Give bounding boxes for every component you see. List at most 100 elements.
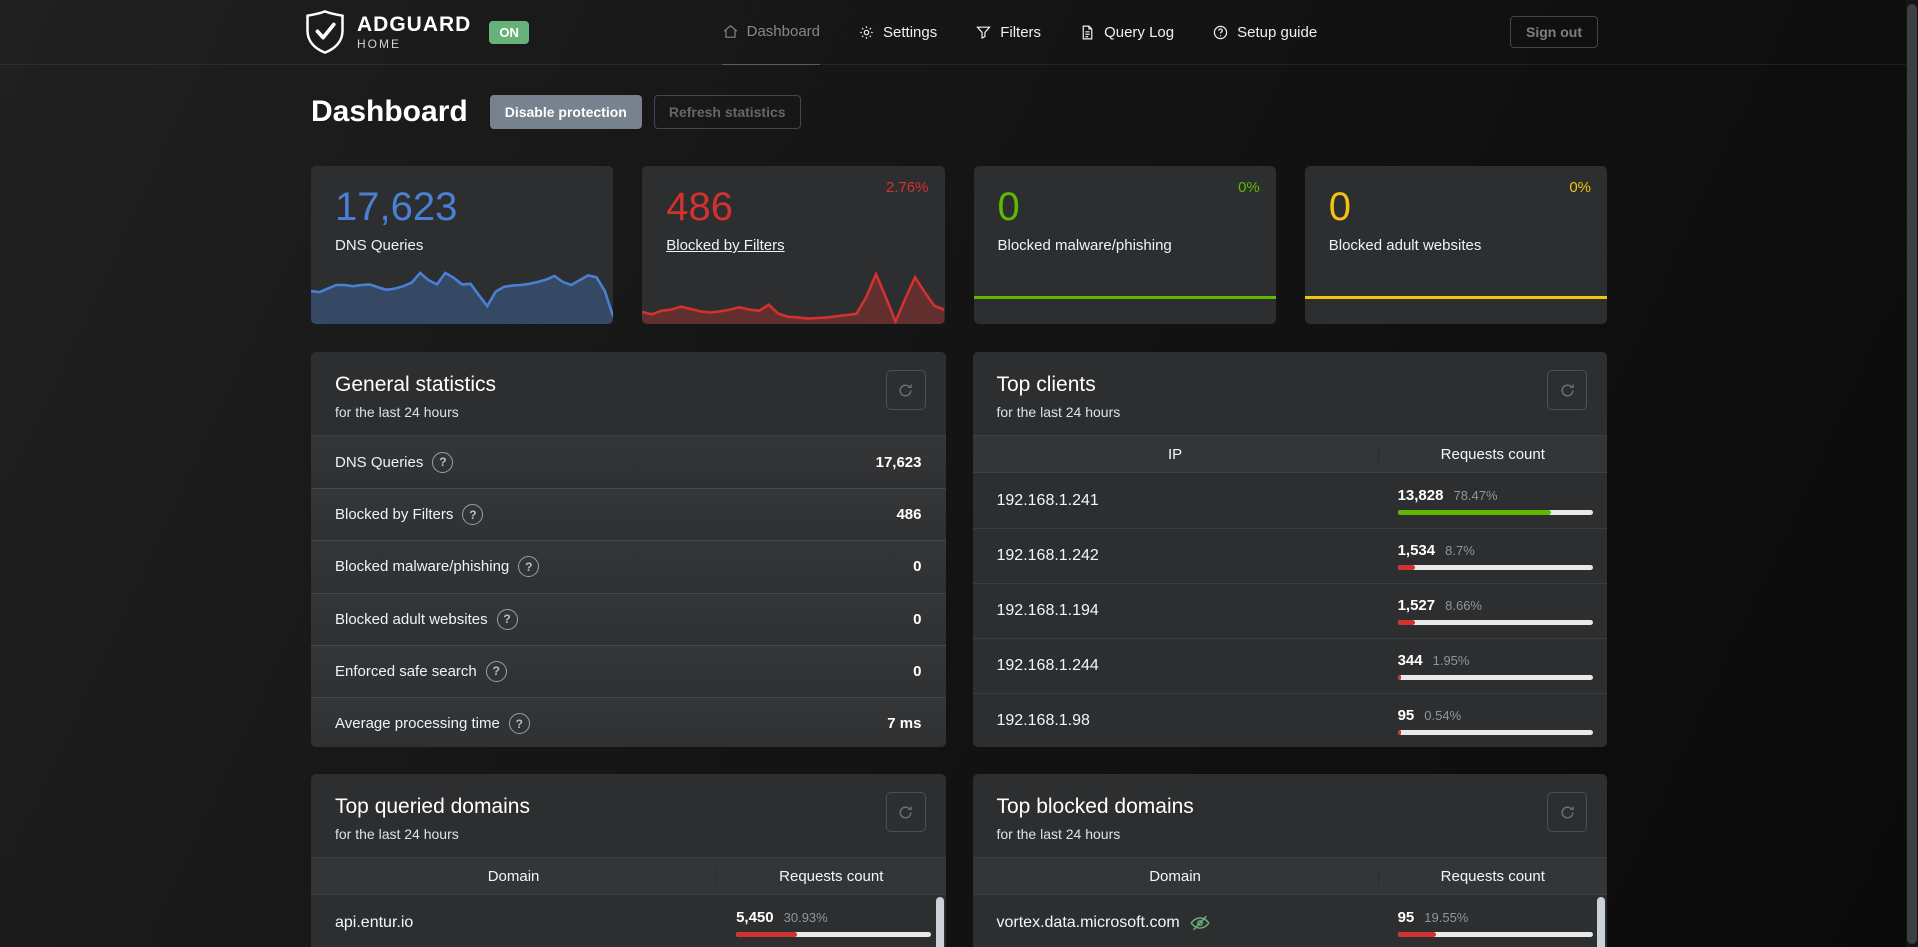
nav-item-query-log[interactable]: Query Log (1079, 0, 1174, 65)
stat-cards-row: 17,623 DNS Queries 486 Blocked by Filters 2.… (311, 166, 1607, 324)
stat-percent: 0% (1569, 179, 1591, 196)
client-ip-name[interactable]: 192.168.1.244 (973, 657, 1379, 675)
help-icon[interactable]: ? (518, 556, 540, 578)
stat-label: Blocked malware/phishing (997, 237, 1172, 254)
nav-item-label: Filters (1000, 23, 1042, 41)
help-icon[interactable]: ? (462, 504, 484, 526)
flatline-chart (973, 295, 1276, 299)
requests-percent: 1.95% (1432, 653, 1470, 668)
nav-item-dashboard[interactable]: Dashboard (721, 14, 821, 65)
nav-item-label: Setup guide (1237, 23, 1318, 41)
requests-percent: 19.55% (1424, 909, 1469, 925)
client-ip-name-text: 192.168.1.244 (996, 657, 1099, 674)
client-ip-name[interactable]: 192.168.1.241 (973, 492, 1379, 510)
progress-bar (1397, 675, 1593, 680)
panel-title: Top blocked domains (996, 795, 1194, 818)
requests-count: 1,527 (1397, 597, 1436, 614)
column-header-requests: Requests count (779, 867, 884, 885)
help-icon[interactable]: ? (496, 608, 518, 630)
stat-value: 0 (1328, 185, 1351, 229)
panel-subtitle: for the last 24 hours (335, 404, 459, 420)
stats-row-label: Average processing time? (335, 713, 530, 735)
nav-item-label: Settings (883, 23, 938, 41)
progress-bar (1397, 565, 1593, 570)
stat-label: Blocked adult websites (1328, 237, 1482, 254)
domain-name[interactable]: api.entur.io (311, 914, 717, 932)
panel-scrollbar[interactable] (935, 897, 944, 947)
requests-percent: 8.66% (1445, 598, 1482, 613)
nav-item-settings[interactable]: Settings (858, 0, 937, 65)
stat-card-3: 0 Blocked adult websites 0% (1304, 166, 1607, 324)
requests-cell: 13,828 78.47% (1379, 487, 1607, 515)
adguard-logo[interactable]: ADGUARD HOME ON (305, 9, 529, 55)
stats-row: Average processing time? 7 ms (311, 696, 946, 747)
stats-row-label: Enforced safe search? (335, 660, 507, 682)
sign-out-button[interactable]: Sign out (1510, 16, 1598, 48)
client-ip-name-text: 192.168.1.241 (996, 491, 1099, 509)
count-line: 344 1.95% (1398, 652, 1593, 669)
nav-item-label: Dashboard (746, 23, 821, 40)
tracker-eye-off-icon[interactable] (1189, 912, 1211, 934)
shield-logo-icon (306, 10, 344, 54)
stat-card-body: 17,623 DNS Queries (311, 166, 613, 275)
nav-item-setup-guide[interactable]: Setup guide (1212, 0, 1317, 65)
disable-protection-button[interactable]: Disable protection (489, 95, 642, 129)
stat-card-body: 0 Blocked adult websites (1305, 166, 1607, 275)
help-icon[interactable]: ? (485, 660, 507, 682)
main-nav: Dashboard Settings Filters Query Log Setup g… (529, 0, 1510, 65)
panel-subtitle: for the last 24 hours (335, 826, 459, 842)
client-ip-name[interactable]: 192.168.1.242 (973, 547, 1379, 565)
stats-row-value: 0 (913, 610, 922, 628)
stat-label[interactable]: Blocked by Filters (666, 237, 784, 254)
refresh-icon-button[interactable] (885, 370, 926, 410)
requests-cell: 1,534 8.7% (1379, 542, 1607, 570)
stats-row-value: 486 (896, 506, 922, 524)
progress-bar-fill (736, 931, 797, 937)
requests-percent: 78.47% (1453, 487, 1498, 503)
client-ip-name[interactable]: 192.168.1.98 (973, 712, 1379, 730)
requests-cell: 1,527 8.66% (1379, 597, 1607, 625)
progress-bar (1397, 730, 1593, 735)
domain-name[interactable]: vortex.data.microsoft.com (973, 912, 1379, 934)
refresh-icon-button[interactable] (885, 792, 926, 832)
requests-percent: 30.93% (783, 909, 828, 925)
stat-value: 17,623 (335, 185, 458, 229)
count-line: 13,828 78.47% (1398, 487, 1593, 504)
table-row: 192.168.1.98 95 0.54% (972, 693, 1607, 747)
stats-row-label: Blocked by Filters? (335, 504, 484, 526)
refresh-statistics-button[interactable]: Refresh statistics (653, 95, 801, 129)
requests-cell: 95 0.54% (1379, 707, 1607, 735)
column-header-domain: Domain (311, 867, 718, 885)
stats-row-value: 0 (913, 662, 922, 680)
panel-scrollbar-thumb[interactable] (935, 897, 944, 947)
funnel-icon (975, 24, 992, 41)
help-icon[interactable]: ? (508, 713, 530, 735)
page-scrollbar-thumb[interactable] (1907, 4, 1917, 944)
refresh-icon-button[interactable] (1547, 792, 1587, 832)
nav-item-filters[interactable]: Filters (975, 0, 1041, 65)
client-ip-name-text: 192.168.1.98 (996, 712, 1090, 729)
stats-row-label-text: Enforced safe search (335, 662, 477, 680)
count-line: 95 0.54% (1398, 707, 1593, 724)
panel-scrollbar[interactable] (1597, 897, 1605, 947)
requests-count: 13,828 (1397, 486, 1444, 504)
table-row: 192.168.1.194 1,527 8.66% (972, 583, 1607, 638)
help-icon[interactable]: ? (432, 451, 454, 473)
client-ip-name[interactable]: 192.168.1.194 (973, 602, 1379, 620)
panel-scrollbar-thumb[interactable] (1597, 897, 1605, 947)
progress-bar-fill (1397, 565, 1415, 570)
stats-row-value: 7 ms (887, 715, 922, 733)
refresh-icon-button[interactable] (1547, 370, 1587, 410)
column-header-requests: Requests count (1440, 445, 1545, 463)
general-statistics-panel: General statistics for the last 24 hours… (311, 352, 946, 747)
requests-percent: 0.54% (1424, 708, 1462, 723)
brand-sub: HOME (357, 37, 401, 51)
stat-value: 0 (997, 185, 1020, 229)
stat-card-1: 486 Blocked by Filters 2.76% (642, 166, 945, 324)
count-line: 1,527 8.66% (1398, 597, 1593, 614)
stats-row-value: 17,623 (875, 453, 922, 471)
question-icon (1212, 24, 1229, 41)
page-scrollbar[interactable] (1906, 0, 1918, 947)
gear-icon (858, 24, 875, 41)
requests-cell: 344 1.95% (1379, 652, 1607, 680)
